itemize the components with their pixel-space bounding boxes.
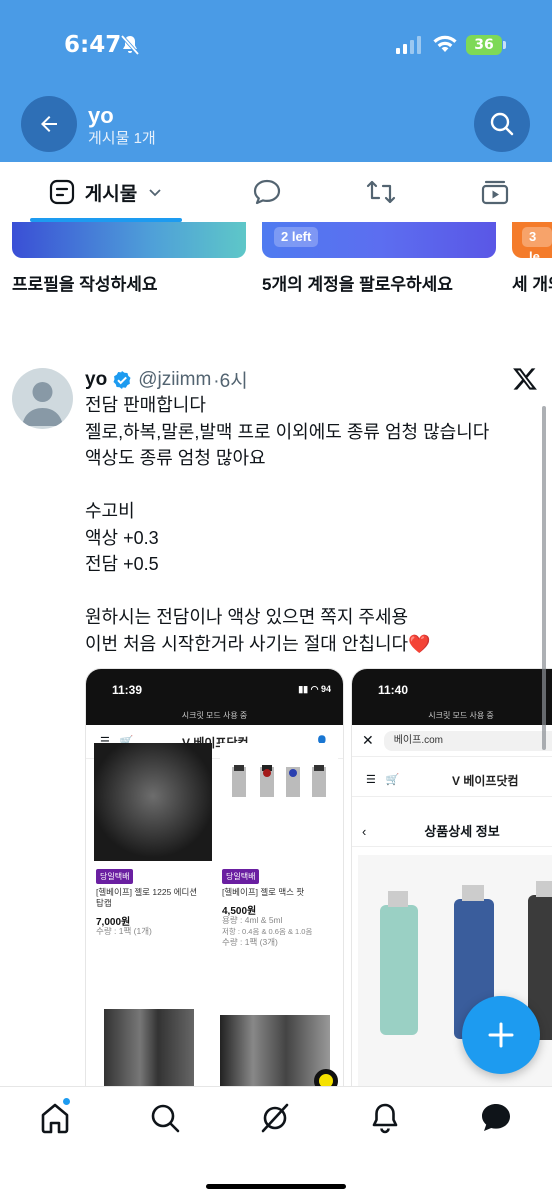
site-logo: V 베이프닷컴 (452, 774, 519, 788)
product-spec: 용량 : 4ml & 5ml (222, 915, 283, 925)
same-day-badge: 당일택배 (222, 869, 260, 884)
embedded-status-bar: 11:40 (352, 669, 552, 709)
tweet-media-image-1[interactable]: 11:39 ▮▮ ◠ 94 시크릿 모드 사용 중 ☰ 🛒 V 베이프닷컴 👤 … (85, 668, 344, 1088)
profile-name: yo (88, 103, 114, 128)
embedded-status-icons: ▮▮ ◠ 94 (298, 684, 331, 694)
tweet-line: 전담 +0.5 (85, 554, 159, 574)
embedded-time: 11:39 (112, 683, 143, 697)
avatar[interactable] (12, 368, 73, 429)
tweet-handle[interactable]: @jziimm (138, 369, 211, 391)
page-title-text: 상품상세 정보 (424, 824, 500, 839)
home-notification-dot (63, 1098, 70, 1105)
tab-media-icon[interactable] (480, 178, 510, 206)
product-name: 탑캡 (96, 898, 112, 908)
back-button[interactable] (21, 96, 77, 152)
arrow-left-icon (41, 116, 57, 132)
suggestion-card-title[interactable]: 5개의 계정을 팔로우하세요 (262, 270, 453, 295)
tweet-line (85, 472, 540, 499)
tweet-line: 액상 +0.3 (85, 527, 159, 548)
chevron-left-icon: ‹ (362, 824, 367, 839)
page-title: ‹ 상품상세 정보 (352, 817, 552, 847)
embedded-time: 11:40 (378, 683, 409, 697)
suggestion-card-title[interactable]: 세 개의 (512, 270, 552, 295)
grok-icon[interactable] (258, 1101, 292, 1135)
embedded-status-bar: 11:39 ▮▮ ◠ 94 (86, 669, 343, 709)
tweet-line: 액상도 종류 엄청 많아요 (85, 448, 266, 468)
tab-posts-label: 게시물 (84, 183, 138, 205)
profile-tabs: 게시물 (0, 162, 552, 222)
product-image (104, 1009, 194, 1087)
tweet-line: 이번 처음 시작한거라 사기는 절대 안칩니다❤️ (85, 633, 431, 654)
embedded-site-nav: ☰ 🛒 V 베이프닷컴 (352, 763, 552, 797)
default-avatar-icon (22, 382, 63, 426)
chevron-down-icon (149, 189, 161, 197)
wifi-icon (433, 35, 457, 52)
notifications-bell-icon[interactable] (368, 1101, 402, 1135)
product-spec: 저항 : 0.4옴 & 0.6옴 & 1.0옴 (222, 927, 313, 936)
tweet-line: 젤로,하복,말론,발맥 프로 이외에도 종류 엄청 많습니다 (85, 421, 490, 442)
tweet-header: yo @jziimm ·6시 (85, 366, 248, 393)
tweet-line: 원하시는 전담이나 액상 있으면 쪽지 주세용 (85, 607, 409, 627)
product-image (220, 743, 338, 861)
close-icon: ✕ (362, 732, 374, 748)
post-count: 게시물 1개 (88, 130, 156, 147)
progress-pill: 3 le (522, 227, 552, 264)
embedded-url-bar: ✕ 베이프.com (352, 725, 552, 757)
battery-tip (503, 41, 506, 49)
suggestion-card-title[interactable]: 프로필을 작성하세요 (12, 270, 157, 295)
tweet-line: 전담 판매합니다 (85, 395, 206, 415)
same-day-badge: 당일택배 (96, 869, 134, 884)
compose-button[interactable] (462, 996, 540, 1074)
battery-indicator: 36 (466, 35, 502, 55)
search-icon (490, 112, 514, 136)
tweet-time: ·6시 (213, 371, 248, 392)
tweet-line: 수고비 (85, 501, 135, 521)
verified-badge-icon (113, 370, 131, 389)
signal-icon (396, 36, 421, 54)
tab-reposts-icon[interactable] (365, 178, 397, 206)
explore-search-icon[interactable] (148, 1101, 182, 1135)
tab-replies-icon[interactable] (252, 178, 282, 206)
bell-off-icon (120, 34, 140, 56)
product-qty: 수량 : 1팩 (1개) (96, 926, 152, 936)
secret-mode-bar: 시크릿 모드 사용 중 (352, 709, 552, 725)
home-indicator (206, 1184, 346, 1189)
product-qty: 수량 : 1팩 (3개) (222, 937, 278, 947)
secret-mode-bar: 시크릿 모드 사용 중 (86, 709, 343, 725)
menu-icon: ☰ (366, 774, 376, 786)
suggestion-card-image[interactable] (12, 222, 246, 258)
tweet-author-name[interactable]: yo (85, 369, 107, 391)
search-button[interactable] (474, 96, 530, 152)
scrollbar[interactable] (542, 406, 546, 750)
tab-posts[interactable]: 게시물 (30, 162, 182, 222)
x-logo-icon (513, 368, 537, 390)
product-name: [헬베이프] 젤로 1225 에디션 (96, 887, 198, 897)
progress-pill: 2 left (274, 227, 319, 247)
posts-icon (49, 179, 74, 205)
profile-header (0, 0, 552, 162)
home-icon[interactable] (38, 1101, 72, 1135)
product-name: [헬베이프] 젤로 맥스 팟 (222, 887, 305, 897)
plus-icon (488, 1022, 514, 1048)
product-image (94, 743, 212, 861)
url-field: 베이프.com (383, 730, 552, 751)
status-time: 6:47 (64, 32, 122, 58)
cart-icon: 🛒 (385, 774, 400, 786)
bottom-nav (0, 1086, 552, 1200)
messages-icon[interactable] (478, 1101, 514, 1135)
tweet-line (85, 578, 540, 605)
tweet-text: 전담 판매합니다 젤로,하복,말론,발맥 프로 이외에도 종류 엄청 많습니다 … (85, 392, 540, 657)
